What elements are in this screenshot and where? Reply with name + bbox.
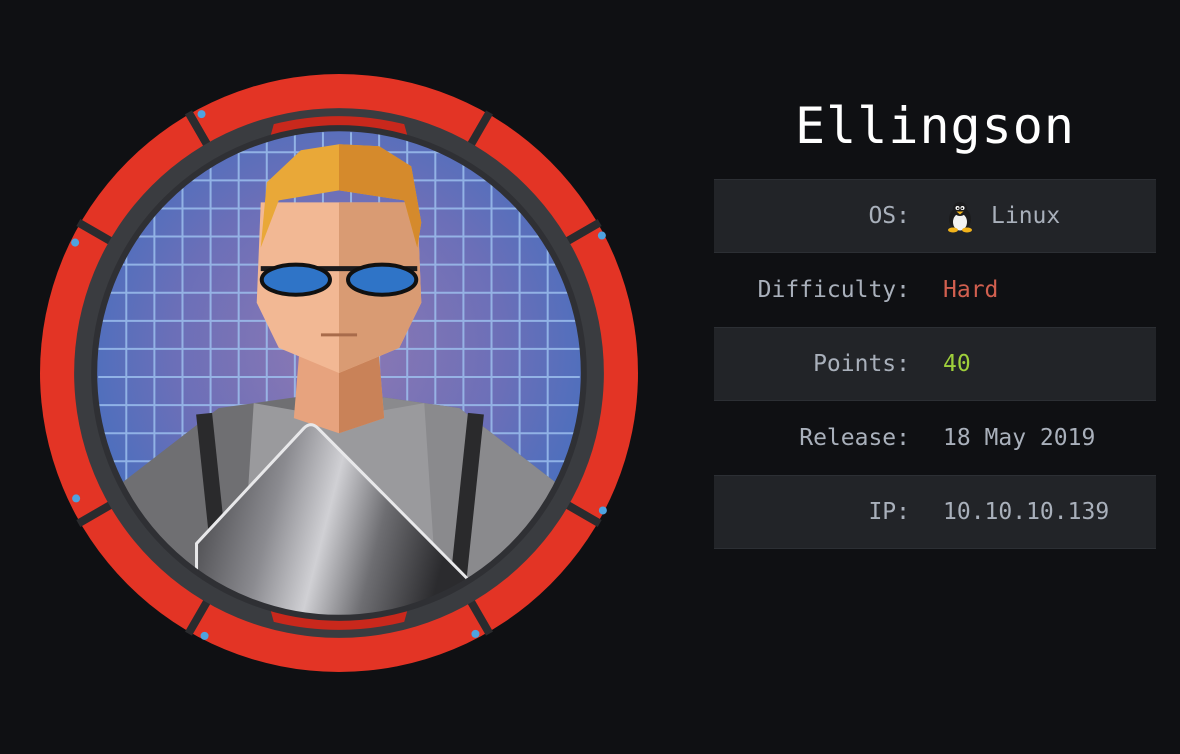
os-value: Linux: [943, 199, 1060, 233]
machine-avatar: [40, 74, 638, 672]
difficulty-value: Hard: [943, 277, 999, 303]
points-value: 40: [943, 351, 971, 377]
machine-info-table: OS: Linux Difficulty: Hard Points: 40 Re…: [714, 179, 1156, 549]
info-row-os: OS: Linux: [714, 179, 1156, 253]
info-row-difficulty: Difficulty: Hard: [714, 253, 1156, 327]
ip-label: IP:: [868, 499, 910, 525]
points-label: Points:: [813, 351, 910, 377]
tux-penguin-icon: [948, 202, 972, 233]
ip-value: 10.10.10.139: [943, 499, 1110, 525]
os-label: OS:: [868, 203, 910, 229]
difficulty-label: Difficulty:: [757, 277, 910, 303]
machine-name-title: Ellingson: [795, 97, 1075, 155]
release-value: 18 May 2019: [943, 425, 1096, 451]
info-row-points: Points: 40: [714, 327, 1156, 401]
release-label: Release:: [799, 425, 910, 451]
os-value-text: Linux: [991, 203, 1061, 229]
info-row-release: Release: 18 May 2019: [714, 401, 1156, 475]
info-row-ip: IP: 10.10.10.139: [714, 475, 1156, 549]
